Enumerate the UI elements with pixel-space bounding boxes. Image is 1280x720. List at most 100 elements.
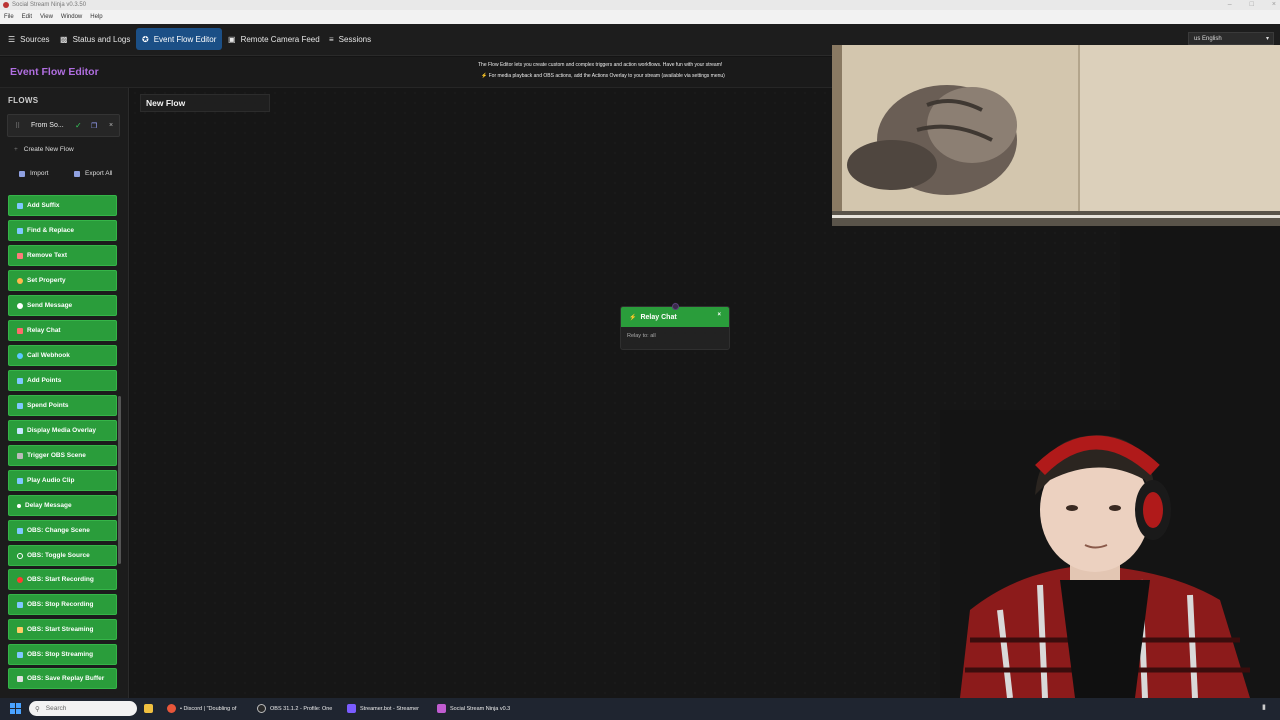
flow-name-input[interactable]: New Flow [140,94,270,112]
tab-remote-camera-feed[interactable]: ▣ Remote Camera Feed [222,28,326,50]
action-label: OBS: Change Scene [27,527,90,534]
minus-icon [17,402,23,409]
action-obs-stop-recording[interactable]: OBS: Stop Recording [8,594,117,615]
search-placeholder: Search [45,705,67,712]
chevron-down-icon: ▾ [1265,36,1269,42]
speaker-icon [17,477,23,484]
maximize-icon[interactable]: □ [1250,1,1254,8]
action-label: OBS: Start Streaming [27,626,94,633]
action-add-suffix[interactable]: Add Suffix [8,195,117,216]
check-icon[interactable]: ✓ [75,121,82,130]
ssn-icon [437,704,446,713]
tab-sessions[interactable]: ≡ Sessions [323,28,377,50]
taskbar-app-label: • Discord | "Doubling of [180,705,237,712]
film-icon [17,452,23,459]
tab-event-flow-editor[interactable]: ✪ Event Flow Editor [136,28,223,50]
flow-list-item[interactable]: ⠿ From So... ✓ ❐ × [7,114,120,137]
action-label: Trigger OBS Scene [27,452,86,459]
action-obs-toggle-source[interactable]: OBS: Toggle Source [8,545,117,566]
import-button[interactable]: Import [19,170,48,177]
tab-label: Sessions [338,34,372,44]
action-obs-start-streaming[interactable]: OBS: Start Streaming [8,619,117,640]
menu-file[interactable]: File [4,14,14,20]
sessions-icon: ≡ [329,34,334,44]
node-input-port[interactable] [672,303,679,310]
action-obs-save-replay-buffer[interactable]: OBS: Save Replay Buffer [8,668,117,689]
action-send-message[interactable]: Send Message [8,295,117,316]
editor-info-line: The Flow Editor lets you create custom a… [478,62,723,68]
action-trigger-obs-scene[interactable]: Trigger OBS Scene [8,445,117,466]
relay-chat-node[interactable]: ⚡ Relay Chat × Relay to: all [620,306,730,350]
tab-sources[interactable]: ☰ Sources [2,28,56,50]
action-obs-start-recording[interactable]: OBS: Start Recording [8,569,117,590]
language-select[interactable]: us English ▾ [1188,32,1274,45]
taskbar-app-streamerbot[interactable]: Streamer.bot - Streamer [347,701,419,716]
action-delay-message[interactable]: Delay Message [8,495,117,516]
taskbar-app-label: OBS 31.1.2 - Profile: One [270,705,333,712]
taskbar-app-obs[interactable]: OBS 31.1.2 - Profile: One [257,701,332,716]
search-replace-icon [17,227,23,234]
notification-icon[interactable]: ▮ [1262,703,1270,713]
window-titlebar: Social Stream Ninja v0.3.50 – □ × [0,0,1280,10]
close-icon[interactable]: × [1272,1,1276,8]
app-logo-icon [3,2,9,8]
editor-info-text: For media playback and OBS actions, add … [488,73,725,79]
action-spend-points[interactable]: Spend Points [8,395,117,416]
scissors-icon [17,252,23,259]
windows-start-icon[interactable] [10,703,21,714]
relay-icon [17,327,23,334]
streamerbot-icon [347,704,356,713]
import-icon [19,170,25,177]
close-icon[interactable]: × [717,312,721,318]
camera-icon: ▣ [228,34,236,44]
taskbar-app-discord[interactable]: • Discord | "Doubling of [167,701,236,716]
drag-handle-icon[interactable]: ⠿ [15,122,20,130]
tab-label: Remote Camera Feed [240,34,320,44]
action-label: Play Audio Clip [27,477,75,484]
node-body: Relay to: all [627,333,656,339]
folder-icon [144,704,153,713]
import-label: Import [30,170,49,177]
menu-help[interactable]: Help [90,14,102,20]
menu-window[interactable]: Window [61,14,82,20]
action-label: OBS: Stop Recording [27,601,94,608]
page-title: Event Flow Editor [10,66,99,78]
film-icon [17,527,23,534]
duplicate-icon[interactable]: ❐ [91,122,97,130]
sliders-icon: ☰ [8,34,16,44]
globe-icon [17,352,23,359]
action-label: Set Property [27,277,66,284]
tab-status-and-logs[interactable]: ▩ Status and Logs [54,28,136,50]
action-obs-change-scene[interactable]: OBS: Change Scene [8,520,117,541]
export-all-button[interactable]: Export All [74,170,112,177]
tab-label: Event Flow Editor [153,34,217,44]
obs-icon [257,704,266,713]
taskbar-app-label: Social Stream Ninja v0.3 [450,705,511,712]
lightning-icon: ⚡ [481,73,488,79]
action-add-points[interactable]: Add Points [8,370,117,391]
action-call-webhook[interactable]: Call Webhook [8,345,117,366]
text-icon [17,202,23,209]
tab-label: Sources [20,34,50,44]
clock-icon [17,503,21,508]
menu-view[interactable]: View [40,14,53,20]
flow-icon: ✪ [142,34,149,44]
action-remove-text[interactable]: Remove Text [8,245,117,266]
broadcast-icon [17,626,23,633]
taskbar-search[interactable]: ⚲ Search [29,701,137,716]
create-flow-button[interactable]: + Create New Flow [14,146,74,153]
action-display-media-overlay[interactable]: Display Media Overlay [8,420,117,441]
taskbar-file-explorer[interactable] [144,701,153,716]
menu-edit[interactable]: Edit [22,14,32,20]
browser-icon [167,704,176,713]
node-header[interactable]: ⚡ Relay Chat × [621,307,729,327]
action-obs-stop-streaming[interactable]: OBS: Stop Streaming [8,644,117,665]
action-relay-chat[interactable]: Relay Chat [8,320,117,341]
action-set-property[interactable]: Set Property [8,270,117,291]
minimize-icon[interactable]: – [1228,1,1232,8]
close-icon[interactable]: × [109,122,113,129]
sidebar-scrollbar[interactable] [118,396,121,564]
taskbar-app-social-stream-ninja[interactable]: Social Stream Ninja v0.3 [437,701,510,716]
action-find-replace[interactable]: Find & Replace [8,220,117,241]
action-play-audio-clip[interactable]: Play Audio Clip [8,470,117,491]
